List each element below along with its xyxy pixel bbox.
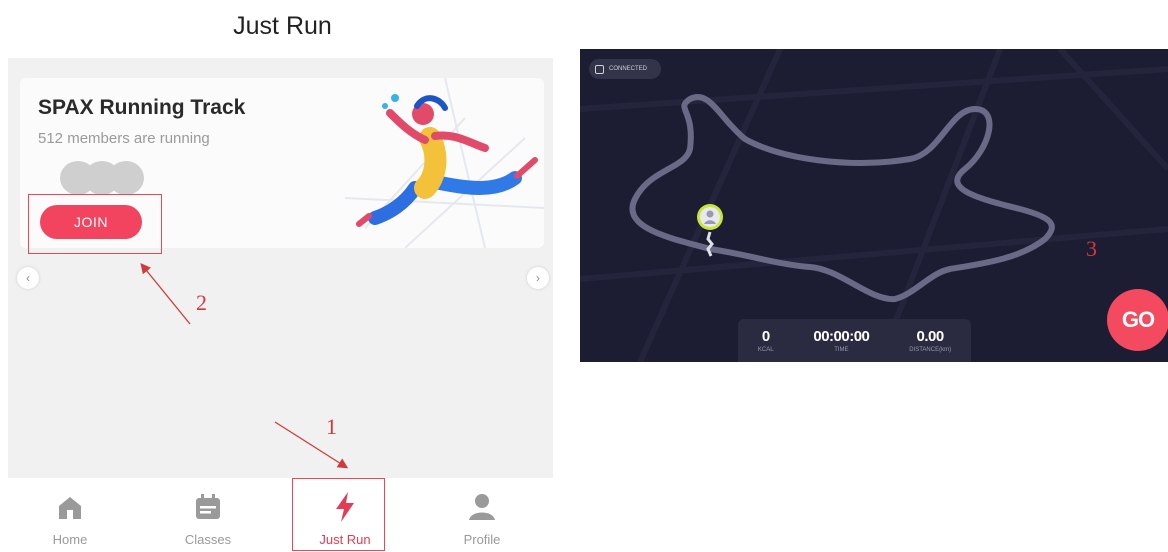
card-title: SPAX Running Track: [38, 96, 246, 119]
step-2-label: 2: [196, 290, 207, 315]
running-track-card[interactable]: SPAX Running Track 512 members are runni…: [20, 78, 544, 248]
page-title: Just Run: [233, 12, 332, 40]
member-avatars: [60, 161, 145, 196]
step-3-label: 3: [1086, 236, 1097, 261]
home-icon: [53, 490, 87, 524]
stat-label: KCAL: [757, 347, 774, 353]
tab-just-run[interactable]: Just Run: [295, 478, 395, 552]
tab-home-label: Home: [52, 532, 88, 547]
tab-classes-label: Classes: [184, 532, 232, 547]
stat-value: 0.00: [916, 328, 945, 345]
chevron-left-icon: ‹: [26, 271, 30, 285]
connection-status: CONNECTED: [589, 59, 661, 79]
lightning-icon: [328, 490, 362, 524]
stat-value: 0: [761, 328, 770, 345]
calendar-icon: [191, 490, 225, 524]
go-button[interactable]: GO: [1107, 289, 1168, 351]
stat-label: TIME: [834, 347, 849, 353]
tab-profile-label: Profile: [463, 532, 501, 547]
avatar: [108, 161, 144, 195]
profile-icon: [465, 490, 499, 524]
run-map-screen: CONNECTED 0 KCAL 00:00:00 TIME 0.00 DIST…: [580, 49, 1168, 362]
connection-status-label: CONNECTED: [609, 66, 648, 72]
stat-kcal: 0 KCAL: [758, 328, 774, 353]
tab-home[interactable]: Home: [20, 478, 120, 552]
carousel-next-button[interactable]: ›: [527, 267, 549, 289]
run-stats-panel: 0 KCAL 00:00:00 TIME 0.00 DISTANCE(km): [738, 319, 971, 362]
join-button[interactable]: JOIN: [40, 205, 142, 239]
lock-icon: [595, 64, 604, 74]
stat-label: DISTANCE(km): [909, 347, 952, 353]
carousel-prev-button[interactable]: ‹: [17, 267, 39, 289]
stat-value: 00:00:00: [813, 328, 870, 345]
runner-illustration: [345, 78, 544, 248]
card-subtitle: 512 members are running: [38, 130, 210, 147]
stat-distance: 0.00 DISTANCE(km): [909, 328, 951, 353]
step-1-label: 1: [326, 414, 337, 439]
tab-profile[interactable]: Profile: [432, 478, 532, 552]
tab-just-run-label: Just Run: [319, 532, 371, 547]
track-map: [580, 49, 1168, 362]
tab-classes[interactable]: Classes: [158, 478, 258, 552]
stat-time: 00:00:00 TIME: [813, 328, 870, 353]
bottom-tab-bar: Home Classes Just Run Profile: [0, 478, 565, 552]
chevron-right-icon: ›: [536, 271, 540, 285]
